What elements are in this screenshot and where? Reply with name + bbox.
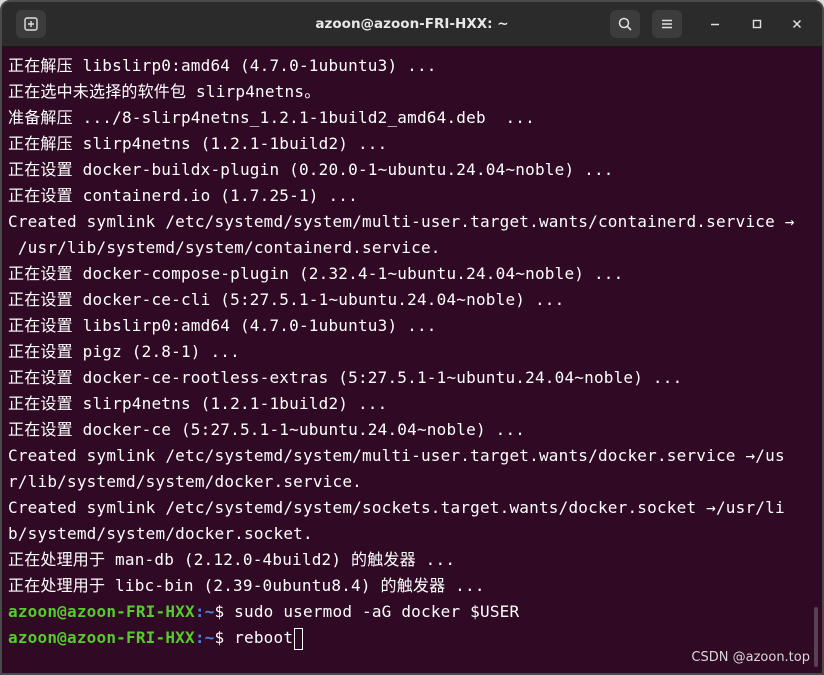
output-line: 准备解压 .../8-slirp4netns_1.2.1-1build2_amd…	[8, 108, 535, 127]
output-line: 正在设置 pigz (2.8-1) ...	[8, 342, 240, 361]
prompt-path: :~	[194, 602, 215, 621]
search-button[interactable]	[610, 10, 640, 38]
output-line: Created symlink /etc/systemd/system/mult…	[8, 446, 785, 465]
terminal-window: azoon@azoon-FRI-HXX: ~ 正在解压 libslirp0:am…	[0, 0, 824, 675]
output-line: 正在解压 slirp4netns (1.2.1-1build2) ...	[8, 134, 388, 153]
terminal-output[interactable]: 正在解压 libslirp0:amd64 (4.7.0-1ubuntu3) ..…	[2, 47, 822, 673]
prompt-symbol: $	[214, 628, 235, 647]
close-button[interactable]	[786, 13, 808, 35]
prompt-user: azoon@azoon-FRI-HXX	[8, 628, 195, 647]
prompt-line: azoon@azoon-FRI-HXX:~$ sudo usermod -aG …	[8, 599, 822, 625]
prompt-user: azoon@azoon-FRI-HXX	[8, 602, 195, 621]
output-line: b/systemd/system/docker.socket.	[8, 524, 313, 543]
maximize-button[interactable]	[746, 13, 768, 35]
output-line: 正在设置 docker-ce-rootless-extras (5:27.5.1…	[8, 368, 683, 387]
output-line: Created symlink /etc/systemd/system/sock…	[8, 498, 785, 517]
prompt-symbol: $	[214, 602, 235, 621]
output-line: Created symlink /etc/systemd/system/mult…	[8, 212, 795, 231]
output-line: 正在设置 docker-compose-plugin (2.32.4-1~ubu…	[8, 264, 624, 283]
command-input[interactable]: reboot	[234, 628, 293, 647]
output-line: 正在设置 containerd.io (1.7.25-1) ...	[8, 186, 358, 205]
watermark: CSDN @azoon.top	[691, 650, 810, 665]
output-line: 正在设置 docker-buildx-plugin (0.20.0-1~ubun…	[8, 160, 614, 179]
menu-button[interactable]	[652, 10, 682, 38]
output-line: 正在设置 libslirp0:amd64 (4.7.0-1ubuntu3) ..…	[8, 316, 437, 335]
output-line: 正在处理用于 libc-bin (2.39-0ubuntu8.4) 的触发器 .…	[8, 576, 485, 595]
output-line: r/lib/systemd/system/docker.service.	[8, 472, 362, 491]
output-line: 正在设置 docker-ce (5:27.5.1-1~ubuntu.24.04~…	[8, 420, 526, 439]
search-icon	[618, 17, 632, 31]
prompt-line: azoon@azoon-FRI-HXX:~$ reboot	[8, 625, 822, 651]
hamburger-menu-icon	[662, 19, 672, 29]
window-title: azoon@azoon-FRI-HXX: ~	[315, 16, 509, 32]
output-line: 正在设置 slirp4netns (1.2.1-1build2) ...	[8, 394, 388, 413]
minimize-button[interactable]	[704, 13, 726, 35]
output-line: /usr/lib/systemd/system/containerd.servi…	[8, 238, 441, 257]
minimize-icon	[711, 23, 719, 26]
close-icon	[792, 19, 802, 29]
output-line: 正在设置 docker-ce-cli (5:27.5.1-1~ubuntu.24…	[8, 290, 565, 309]
prompt-path: :~	[194, 628, 215, 647]
output-line: 正在解压 libslirp0:amd64 (4.7.0-1ubuntu3) ..…	[8, 56, 437, 75]
command-text: sudo usermod -aG docker $USER	[234, 602, 520, 621]
title-bar[interactable]: azoon@azoon-FRI-HXX: ~	[2, 2, 822, 47]
scrollbar[interactable]	[814, 607, 818, 667]
maximize-icon	[752, 19, 762, 29]
output-line: 正在处理用于 man-db (2.12.0-4build2) 的触发器 ...	[8, 550, 456, 569]
text-cursor	[294, 627, 304, 650]
output-line: 正在选中未选择的软件包 slirp4netns。	[8, 82, 321, 101]
